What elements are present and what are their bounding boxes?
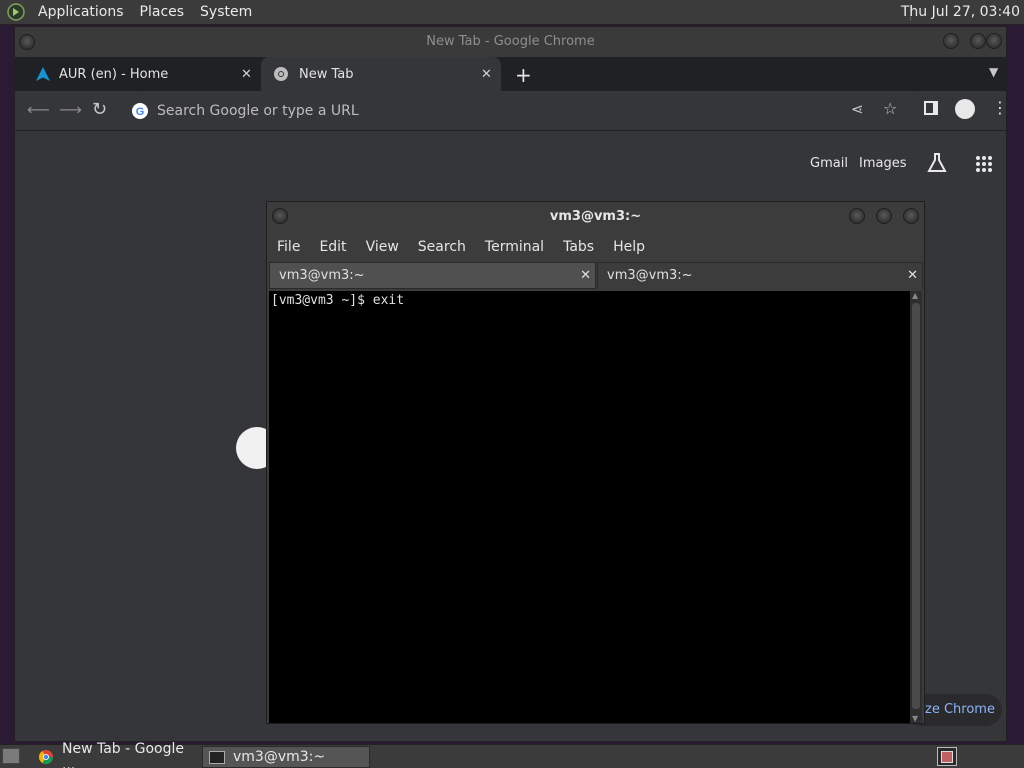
chrome-icon (273, 66, 289, 82)
maximize-button[interactable] (876, 208, 892, 224)
chrome-tabstrip: AUR (en) - Home ✕ New Tab ✕ + ▼ (15, 57, 1006, 91)
close-button[interactable] (986, 33, 1002, 49)
menu-help[interactable]: Help (613, 239, 645, 255)
back-arrow-icon[interactable]: ⟵ (27, 100, 50, 119)
forward-arrow-icon[interactable]: ⟶ (59, 100, 82, 119)
terminal-window-title: vm3@vm3:~ (549, 209, 642, 224)
menu-terminal[interactable]: Terminal (485, 239, 544, 255)
tab-label: New Tab (299, 66, 354, 82)
customize-label: ze Chrome (925, 702, 995, 717)
terminal-tab-label: vm3@vm3:~ (607, 268, 693, 283)
workspace-switcher[interactable] (937, 747, 957, 766)
places-menu[interactable]: Places (140, 4, 185, 20)
menu-edit[interactable]: Edit (319, 239, 346, 255)
terminal-line: [vm3@vm3 ~]$ exit (271, 293, 405, 308)
terminal-tab-1[interactable]: vm3@vm3:~ ✕ (269, 262, 596, 289)
menu-search[interactable]: Search (418, 239, 466, 255)
chrome-toolbar: ⟵ ⟶ ↻ G Search Google or type a URL ⋖ ☆ … (15, 91, 1008, 131)
scroll-up-arrow-icon[interactable]: ▲ (912, 291, 918, 300)
terminal-titlebar[interactable]: vm3@vm3:~ (267, 202, 924, 232)
scroll-down-arrow-icon[interactable]: ▼ (912, 714, 918, 723)
tab-close-icon[interactable]: ✕ (481, 67, 492, 82)
system-menu[interactable]: System (200, 4, 252, 20)
chrome-titlebar[interactable]: New Tab - Google Chrome (15, 27, 1006, 57)
terminal-screen[interactable]: [vm3@vm3 ~]$ exit (269, 291, 911, 723)
terminal-tabs: vm3@vm3:~ ✕ vm3@vm3:~ ✕ (267, 262, 924, 290)
scrollbar-thumb[interactable] (912, 303, 920, 709)
more-menu-icon[interactable]: ⋮ (992, 98, 1008, 117)
terminal-icon (209, 750, 225, 764)
window-menu-button[interactable] (272, 208, 288, 224)
google-g-icon: G (131, 102, 149, 120)
taskbar-item-chrome[interactable]: New Tab - Google ... (28, 741, 198, 768)
terminal-scrollbar[interactable]: ▲ ▼ (910, 291, 922, 723)
window-menu-button[interactable] (19, 34, 35, 50)
labs-flask-icon[interactable] (927, 152, 947, 178)
close-button[interactable] (903, 208, 919, 224)
taskbar-item-label: vm3@vm3:~ (233, 749, 326, 765)
terminal-window: vm3@vm3:~ File Edit View Search Terminal… (266, 201, 925, 724)
reload-icon[interactable]: ↻ (92, 99, 107, 120)
side-panel-icon[interactable] (924, 101, 938, 115)
maximize-button[interactable] (970, 33, 986, 49)
applications-menu[interactable]: Applications (38, 4, 124, 20)
top-panel: Applications Places System Thu Jul 27, 0… (0, 0, 1024, 25)
menu-file[interactable]: File (277, 239, 300, 255)
minimize-button[interactable] (943, 33, 959, 49)
tab-close-icon[interactable]: ✕ (907, 263, 918, 289)
terminal-menubar: File Edit View Search Terminal Tabs Help (267, 232, 924, 262)
share-icon[interactable]: ⋖ (851, 100, 864, 118)
tab-label: AUR (en) - Home (59, 66, 169, 82)
terminal-tab-2[interactable]: vm3@vm3:~ ✕ (597, 262, 923, 289)
taskbar-item-terminal[interactable]: vm3@vm3:~ (202, 746, 370, 768)
bottom-taskbar: New Tab - Google ... vm3@vm3:~ (0, 741, 1024, 768)
clock[interactable]: Thu Jul 27, 03:40 (901, 4, 1020, 20)
arch-linux-icon (35, 66, 51, 82)
svg-text:G: G (136, 106, 145, 118)
new-tab-plus-icon[interactable]: + (515, 63, 532, 87)
tab-close-icon[interactable]: ✕ (580, 263, 591, 289)
apps-grid-icon[interactable] (976, 156, 992, 176)
bookmark-star-icon[interactable]: ☆ (883, 99, 897, 118)
omnibox-placeholder: Search Google or type a URL (157, 103, 359, 119)
chrome-icon (38, 749, 54, 765)
minimize-button[interactable] (849, 208, 865, 224)
distro-logo-icon[interactable] (4, 0, 28, 24)
workspace-window-preview (941, 751, 953, 763)
terminal-tab-label: vm3@vm3:~ (279, 268, 365, 283)
taskbar-item-label: New Tab - Google ... (62, 741, 185, 768)
omnibox[interactable]: G Search Google or type a URL (125, 95, 925, 127)
show-desktop-icon[interactable] (2, 748, 20, 764)
tab-aur-home[interactable]: AUR (en) - Home ✕ (15, 57, 260, 91)
gmail-link[interactable]: Gmail (810, 156, 848, 171)
menu-tabs[interactable]: Tabs (563, 239, 594, 255)
tab-search-chevron-icon[interactable]: ▼ (989, 65, 998, 79)
tab-new-tab[interactable]: New Tab ✕ (261, 57, 501, 91)
chrome-window-title: New Tab - Google Chrome (426, 34, 595, 49)
images-link[interactable]: Images (859, 156, 907, 171)
tab-close-icon[interactable]: ✕ (241, 67, 252, 82)
menu-view[interactable]: View (366, 239, 399, 255)
profile-avatar-icon[interactable] (955, 99, 975, 119)
